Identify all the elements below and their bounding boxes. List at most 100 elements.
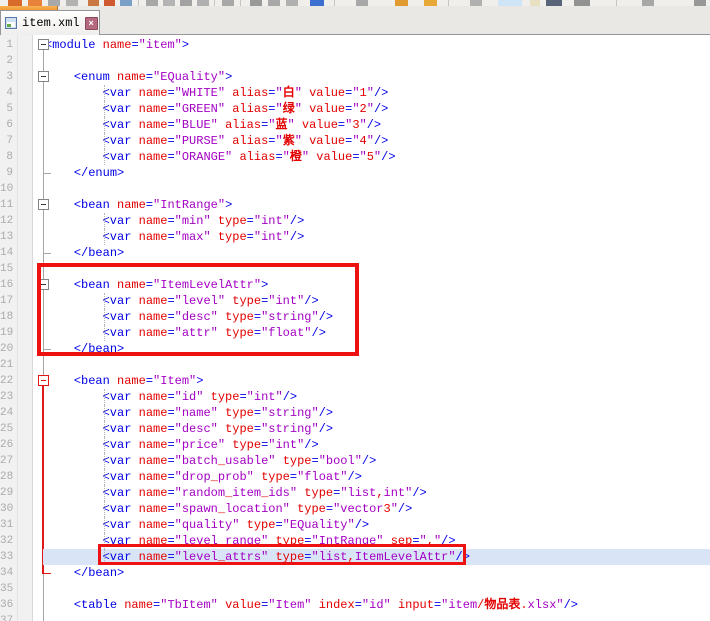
code-token	[131, 454, 138, 468]
code-editor[interactable]: 1<module name="item">23 <enum name="EQua…	[0, 35, 710, 621]
fold-collapse-icon[interactable]	[38, 279, 49, 290]
code-token: "	[360, 118, 367, 132]
fold-cell	[33, 421, 45, 437]
fold-cell	[33, 197, 45, 213]
code-token: <bean	[74, 278, 110, 292]
gutter-spacer	[13, 549, 33, 565]
code-token: =	[290, 470, 297, 484]
code-token: name	[139, 406, 168, 420]
code-line[interactable]: 6 <var name="BLUE" alias="蓝" value="3"/>	[0, 117, 710, 133]
code-line[interactable]: 1<module name="item">	[0, 37, 710, 53]
code-line[interactable]: 9 </enum>	[0, 165, 710, 181]
fold-collapse-icon[interactable]	[38, 375, 49, 386]
code-token: =	[146, 278, 153, 292]
code-token: =	[254, 422, 261, 436]
code-line[interactable]: 19 <var name="attr" type="float"/>	[0, 325, 710, 341]
code-line[interactable]: 29 <var name="random_item_ids" type="lis…	[0, 485, 710, 501]
code-line[interactable]: 4 <var name="WHITE" alias="白" value="1"/…	[0, 85, 710, 101]
fold-collapse-icon[interactable]	[38, 39, 49, 50]
code-token	[218, 422, 225, 436]
code-token	[45, 214, 103, 228]
indent-guide	[104, 533, 105, 549]
code-line[interactable]: 7 <var name="PURSE" alias="紫" value="4"/…	[0, 133, 710, 149]
code-line[interactable]: 20 </bean>	[0, 341, 710, 357]
code-token	[45, 150, 103, 164]
code-text: <bean name="IntRange">	[45, 197, 710, 213]
code-line[interactable]: 24 <var name="name" type="string"/>	[0, 405, 710, 421]
fold-cell	[33, 69, 45, 85]
code-line[interactable]: 34 </bean>	[0, 565, 710, 581]
code-token: />	[381, 150, 395, 164]
code-token: 4	[360, 134, 367, 148]
tab-item-xml[interactable]: item.xml ×	[0, 10, 100, 35]
fold-collapse-icon[interactable]	[38, 71, 49, 82]
code-line[interactable]: 35	[0, 581, 710, 597]
code-token: "IntRange"	[312, 534, 384, 548]
code-line[interactable]: 14 </bean>	[0, 245, 710, 261]
fold-collapse-icon[interactable]	[38, 199, 49, 210]
code-token: =	[167, 550, 174, 564]
code-token: name	[139, 390, 168, 404]
code-line[interactable]: 15	[0, 261, 710, 277]
code-line[interactable]: 30 <var name="spawn_location" type="vect…	[0, 501, 710, 517]
gutter-spacer	[13, 261, 33, 277]
code-token: value	[309, 134, 345, 148]
code-token: name	[139, 150, 168, 164]
code-token: =	[355, 598, 362, 612]
code-token: <var	[103, 118, 132, 132]
code-line[interactable]: 36 <table name="TbItem" value="Item" ind…	[0, 597, 710, 613]
indent-guide	[104, 293, 105, 309]
code-token	[131, 118, 138, 132]
code-line[interactable]: 21	[0, 357, 710, 373]
code-token: "price"	[175, 438, 225, 452]
gutter-spacer	[13, 613, 33, 621]
gutter-spacer	[13, 53, 33, 69]
code-line[interactable]: 31 <var name="quality" type="EQuality"/>	[0, 517, 710, 533]
code-token: <var	[103, 390, 132, 404]
code-line[interactable]: 26 <var name="price" type="int"/>	[0, 437, 710, 453]
code-token	[45, 70, 74, 84]
code-token	[131, 294, 138, 308]
code-line[interactable]: 17 <var name="level" type="int"/>	[0, 293, 710, 309]
code-token	[218, 598, 225, 612]
code-line[interactable]: 28 <var name="drop_prob" type="float"/>	[0, 469, 710, 485]
code-token: "int"	[268, 294, 304, 308]
code-token: "batch	[175, 454, 218, 468]
code-token: location"	[225, 502, 290, 516]
code-line[interactable]: 5 <var name="GREEN" alias="绿" value="2"/…	[0, 101, 710, 117]
gutter-spacer	[13, 213, 33, 229]
code-line[interactable]: 16 <bean name="ItemLevelAttr">	[0, 277, 710, 293]
code-token	[45, 534, 103, 548]
code-line[interactable]: 10	[0, 181, 710, 197]
code-line[interactable]: 37	[0, 613, 710, 621]
code-token: "item"	[139, 38, 182, 52]
code-line[interactable]: 23 <var name="id" type="int"/>	[0, 389, 710, 405]
code-line[interactable]: 27 <var name="batch_usable" type="bool"/…	[0, 453, 710, 469]
code-line[interactable]: 3 <enum name="EQuality">	[0, 69, 710, 85]
code-token: name	[103, 38, 132, 52]
code-token: <bean	[74, 198, 110, 212]
code-line[interactable]: 2	[0, 53, 710, 69]
code-line[interactable]: 8 <var name="ORANGE" alias="橙" value="5"…	[0, 149, 710, 165]
code-line[interactable]: 32 <var name="level_range" type="IntRang…	[0, 533, 710, 549]
code-token	[131, 406, 138, 420]
fold-cell	[33, 373, 45, 389]
fold-cell	[33, 229, 45, 245]
code-line[interactable]: 11 <bean name="IntRange">	[0, 197, 710, 213]
line-number: 17	[0, 293, 13, 309]
code-token: "	[275, 102, 282, 116]
code-token: "EQuality"	[283, 518, 355, 532]
code-line[interactable]: 22 <bean name="Item">	[0, 373, 710, 389]
code-token: =	[146, 198, 153, 212]
close-icon[interactable]: ×	[85, 17, 98, 30]
code-text: </bean>	[45, 245, 710, 261]
fold-cell	[33, 181, 45, 197]
code-line[interactable]: 12 <var name="min" type="int"/>	[0, 213, 710, 229]
code-line[interactable]: 33 <var name="level_attrs" type="list,It…	[0, 549, 710, 565]
code-line[interactable]: 25 <var name="desc" type="string"/>	[0, 421, 710, 437]
code-token: <bean	[74, 374, 110, 388]
code-token: name	[139, 326, 168, 340]
code-line[interactable]: 18 <var name="desc" type="string"/>	[0, 309, 710, 325]
code-line[interactable]: 13 <var name="max" type="int"/>	[0, 229, 710, 245]
code-token: type	[247, 518, 276, 532]
